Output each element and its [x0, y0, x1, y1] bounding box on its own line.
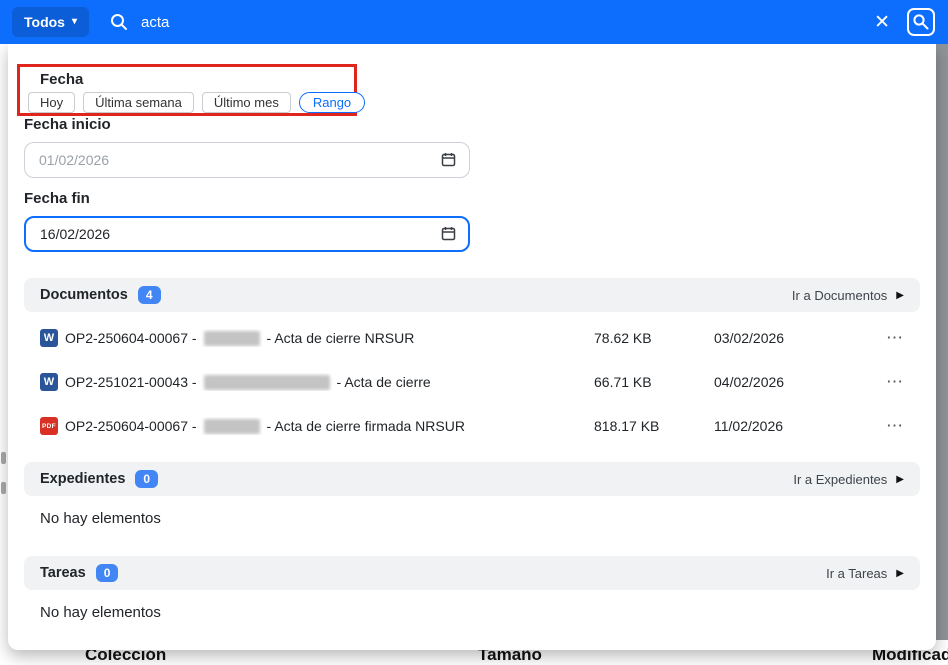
section-header-documentos: Documentos 4 Ir a Documentos ▶: [24, 278, 920, 312]
more-options-icon[interactable]: ⋯: [874, 372, 904, 392]
chevron-down-icon: ▾: [72, 17, 77, 27]
document-row[interactable]: PDF OP2-250604-00067 - - Acta de cierre …: [24, 404, 920, 448]
section-header-expedientes: Expedientes 0 Ir a Expedientes ▶: [24, 462, 920, 496]
chip-ultima-semana[interactable]: Última semana: [83, 92, 194, 113]
empty-message-tareas: No hay elementos: [40, 604, 161, 621]
link-ir-a-tareas[interactable]: Ir a Tareas ▶: [826, 566, 904, 581]
section-title-documentos: Documentos: [40, 287, 128, 303]
arrow-right-icon: ▶: [896, 290, 904, 301]
redacted-text: [204, 419, 260, 434]
chip-hoy[interactable]: Hoy: [28, 92, 75, 113]
pdf-file-icon: PDF: [40, 417, 58, 435]
arrow-right-icon: ▶: [896, 568, 904, 579]
scope-dropdown-button[interactable]: Todos ▾: [12, 7, 89, 37]
link-ir-a-expedientes[interactable]: Ir a Expedientes ▶: [793, 472, 904, 487]
document-date: 03/02/2026: [714, 330, 874, 346]
redacted-text: [204, 375, 330, 390]
chip-ultimo-mes[interactable]: Último mes: [202, 92, 291, 113]
section-title-expedientes: Expedientes: [40, 471, 125, 487]
more-options-icon[interactable]: ⋯: [874, 328, 904, 348]
document-row[interactable]: W OP2-251021-00043 - - Acta de cierre 66…: [24, 360, 920, 404]
fecha-inicio-label: Fecha inicio: [24, 116, 111, 133]
document-name: W OP2-250604-00067 - - Acta de cierre NR…: [40, 329, 594, 347]
word-file-icon: W: [40, 373, 58, 391]
document-name: PDF OP2-250604-00067 - - Acta de cierre …: [40, 417, 594, 435]
document-date: 04/02/2026: [714, 374, 874, 390]
search-input[interactable]: acta: [141, 14, 169, 31]
search-bar: Todos ▾ acta ✕: [0, 0, 948, 44]
fecha-fin-input[interactable]: [24, 216, 470, 252]
scope-dropdown-label: Todos: [24, 14, 65, 30]
chip-rango[interactable]: Rango: [299, 92, 365, 113]
document-size: 66.71 KB: [594, 374, 714, 390]
search-bar-actions: ✕: [874, 7, 936, 37]
arrow-right-icon: ▶: [896, 474, 904, 485]
count-badge-tareas: 0: [96, 564, 119, 582]
section-title-tareas: Tareas: [40, 565, 86, 581]
document-date: 11/02/2026: [714, 418, 874, 434]
search-results-panel: Fecha Hoy Última semana Último mes Rango…: [8, 44, 936, 650]
date-filter-chips: Hoy Última semana Último mes Rango: [28, 92, 365, 113]
word-file-icon: W: [40, 329, 58, 347]
close-icon[interactable]: ✕: [874, 13, 890, 32]
more-options-icon[interactable]: ⋯: [874, 416, 904, 436]
count-badge-expedientes: 0: [135, 470, 158, 488]
documentos-results-list: W OP2-250604-00067 - - Acta de cierre NR…: [24, 316, 920, 448]
redacted-text: [204, 331, 260, 346]
background-fragment: [1, 482, 6, 494]
fecha-inicio-field: [24, 142, 470, 178]
document-size: 818.17 KB: [594, 418, 714, 434]
background-fragment: [1, 452, 6, 464]
document-size: 78.62 KB: [594, 330, 714, 346]
count-badge-documentos: 4: [138, 286, 161, 304]
background-dimmed-strip: [936, 44, 948, 640]
link-ir-a-documentos[interactable]: Ir a Documentos ▶: [792, 288, 904, 303]
empty-message-expedientes: No hay elementos: [40, 510, 161, 527]
document-row[interactable]: W OP2-250604-00067 - - Acta de cierre NR…: [24, 316, 920, 360]
section-header-tareas: Tareas 0 Ir a Tareas ▶: [24, 556, 920, 590]
fecha-fin-field: [24, 216, 470, 252]
fecha-fin-label: Fecha fin: [24, 190, 90, 207]
document-name: W OP2-251021-00043 - - Acta de cierre: [40, 373, 594, 391]
search-icon: [109, 12, 129, 32]
advanced-search-icon[interactable]: [906, 7, 936, 37]
fecha-inicio-input[interactable]: [24, 142, 470, 178]
date-filter-group-label: Fecha: [40, 71, 83, 88]
